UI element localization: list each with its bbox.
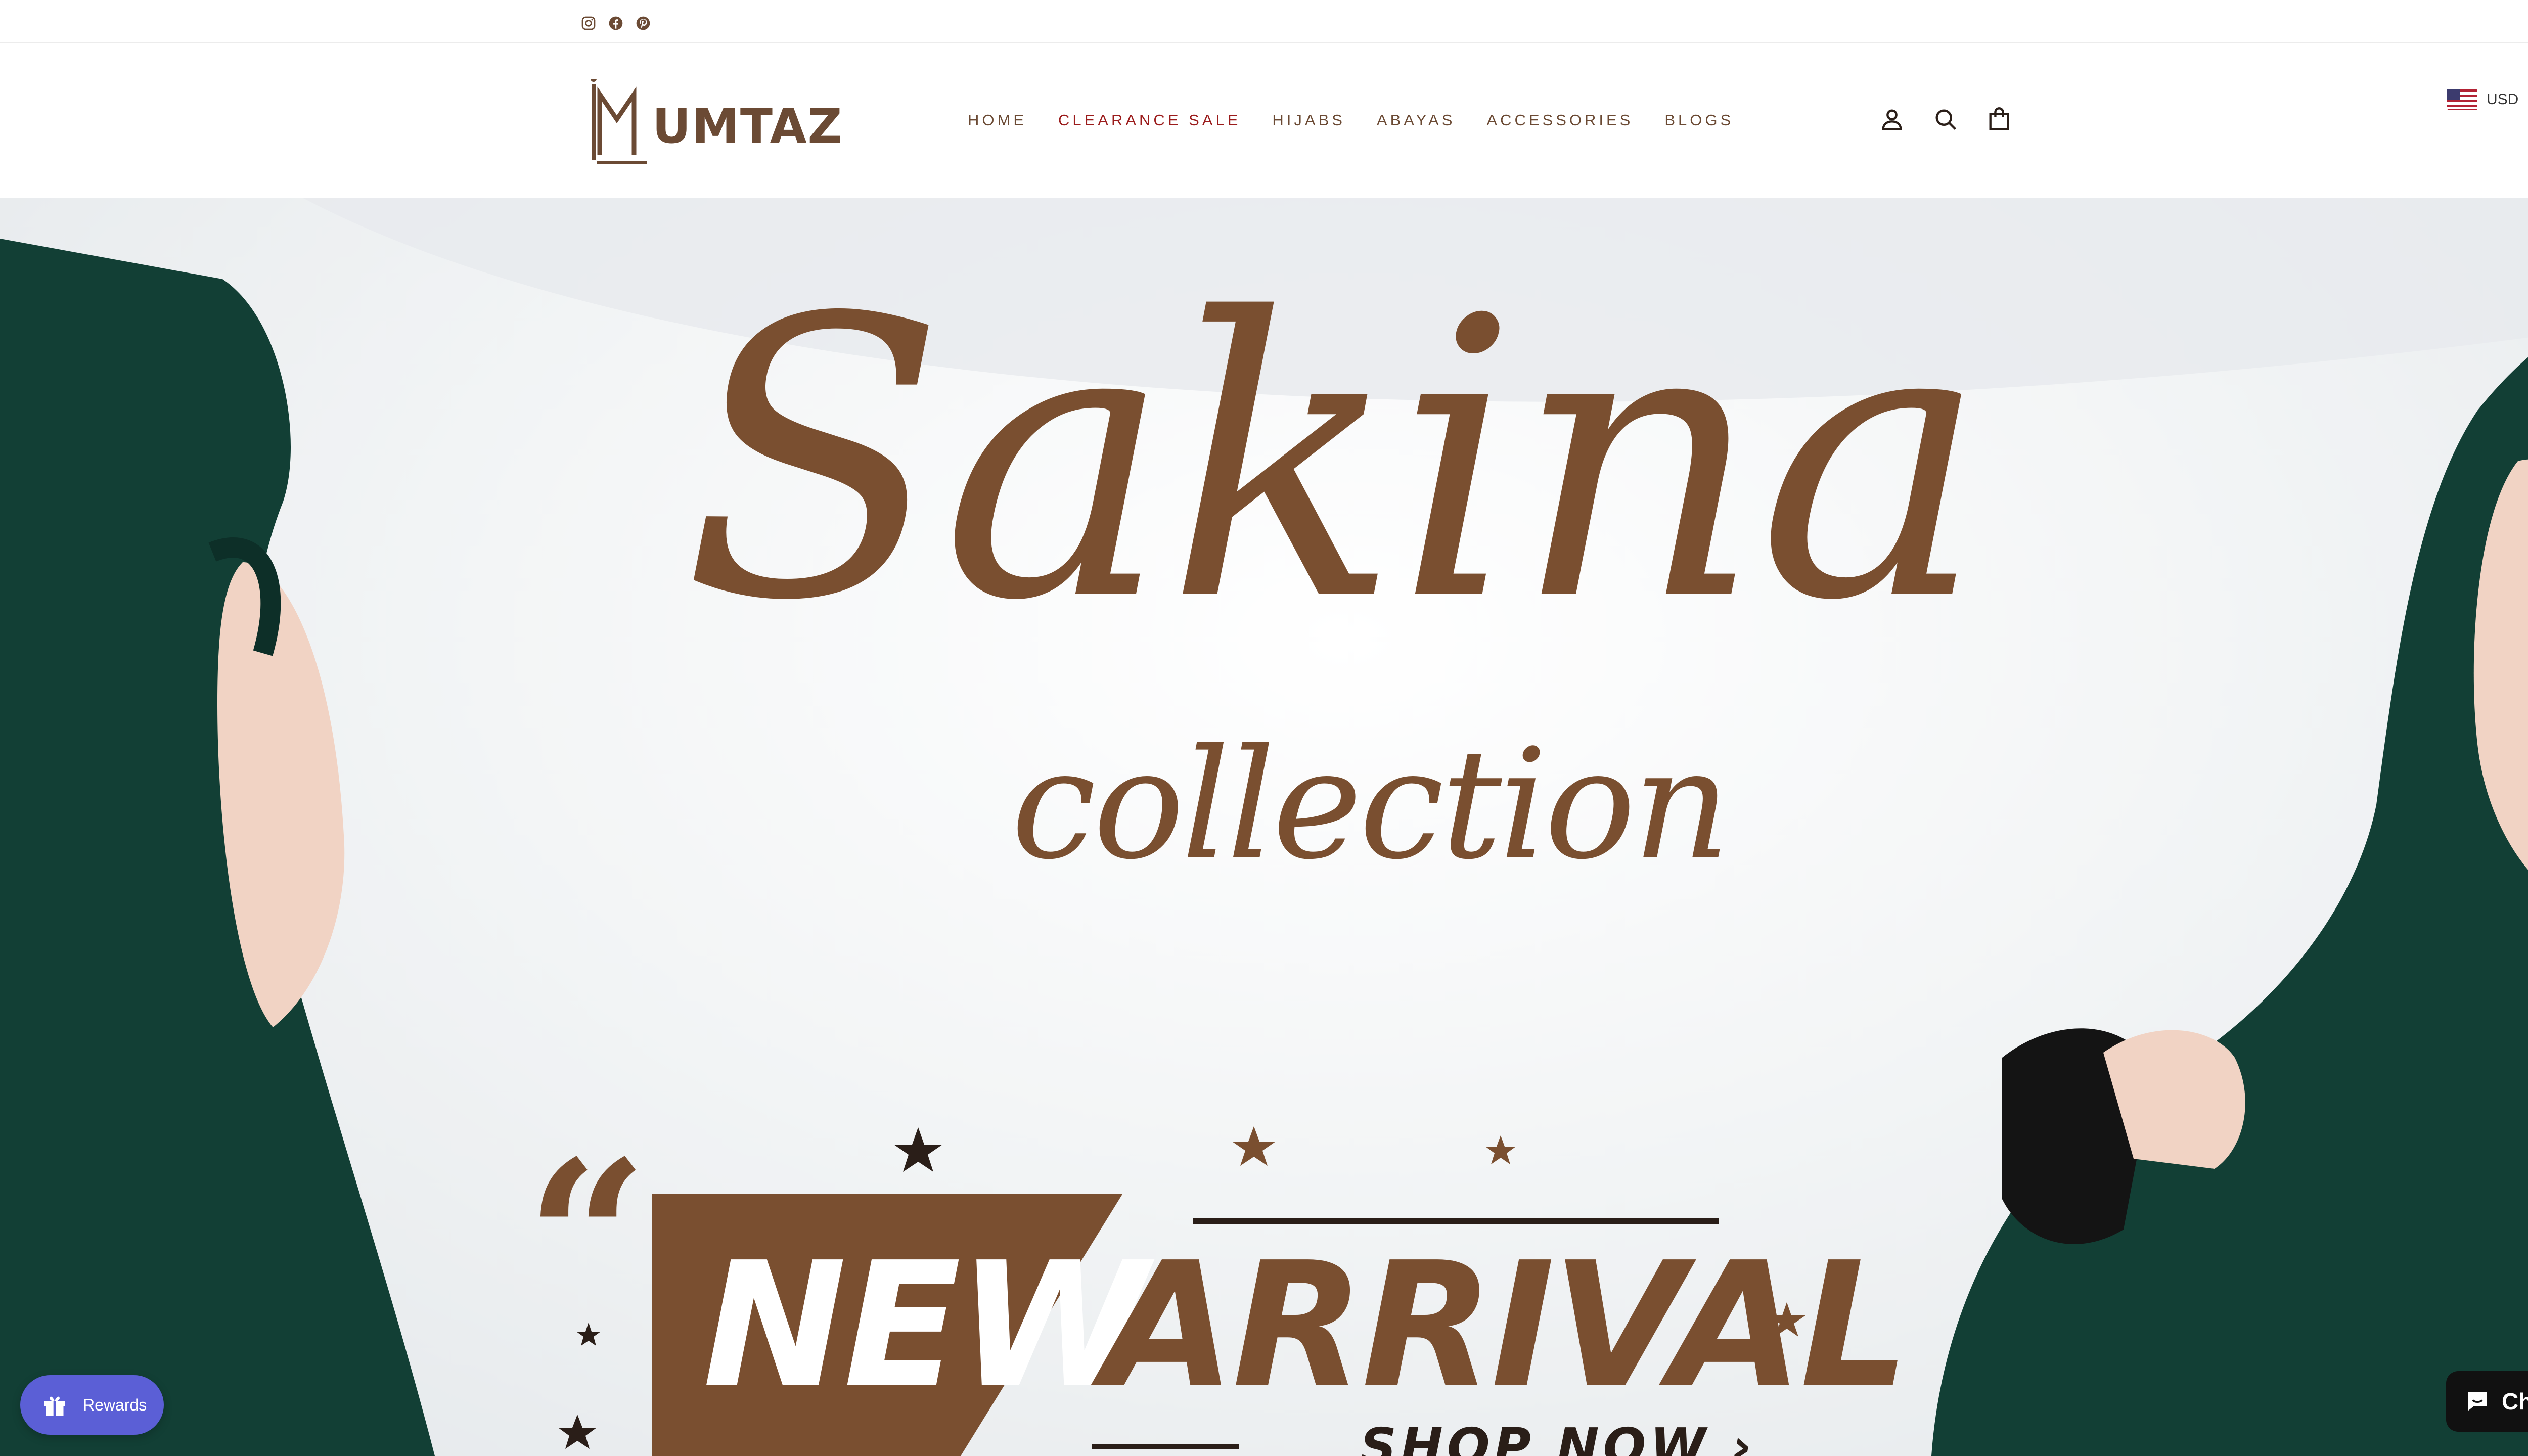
- header-actions: [1879, 106, 2012, 132]
- brand-logo[interactable]: UMTAZ: [586, 79, 844, 170]
- nav-home[interactable]: HOME: [968, 111, 1027, 129]
- rewards-label: Rewards: [83, 1395, 147, 1414]
- site-header: UMTAZ HOME CLEARANCE SALE HIJABS ABAYAS …: [0, 43, 2528, 198]
- shop-now-link[interactable]: SHOP NOW ›: [1360, 1422, 1756, 1456]
- user-icon[interactable]: [1879, 106, 1905, 132]
- main-nav: HOME CLEARANCE SALE HIJABS ABAYAS ACCESS…: [968, 111, 1734, 129]
- utility-bar: [0, 0, 2528, 43]
- us-flag-icon: [2447, 89, 2477, 110]
- search-icon[interactable]: [1932, 106, 1959, 132]
- hero-banner[interactable]: Sakina collection “ NEW ARRIVAL SHOP NOW…: [0, 198, 2528, 1456]
- logo-monogram-icon: [591, 79, 647, 164]
- pinterest-icon[interactable]: [635, 15, 651, 31]
- banner-word-new: NEW: [703, 1225, 1148, 1426]
- nav-accessories[interactable]: ACCESSORIES: [1486, 111, 1633, 129]
- nav-hijabs[interactable]: HIJABS: [1272, 111, 1345, 129]
- facebook-icon[interactable]: [608, 15, 624, 31]
- brand-name: UMTAZ: [652, 99, 843, 154]
- gift-icon: [44, 1396, 65, 1416]
- hero-subtitle: collection: [1011, 716, 1730, 893]
- instagram-icon[interactable]: [580, 15, 597, 31]
- hero-title: Sakina: [683, 238, 1987, 685]
- cart-icon[interactable]: [1986, 106, 2012, 132]
- rewards-button[interactable]: Rewards: [20, 1375, 164, 1435]
- chat-bubble-icon: [2468, 1392, 2487, 1411]
- nav-clearance-sale[interactable]: CLEARANCE SALE: [1058, 111, 1241, 129]
- banner-word-arrival: ARRIVAL: [1102, 1225, 1910, 1426]
- nav-abayas[interactable]: ABAYAS: [1377, 111, 1455, 129]
- currency-selector[interactable]: USD: [2447, 89, 2528, 110]
- nav-blogs[interactable]: BLOGS: [1664, 111, 1734, 129]
- chat-label: Chat: [2502, 1388, 2528, 1415]
- currency-code: USD: [2487, 91, 2519, 108]
- social-links: [580, 15, 651, 31]
- chat-button[interactable]: Chat: [2446, 1371, 2528, 1432]
- quote-mark: “: [526, 1115, 648, 1364]
